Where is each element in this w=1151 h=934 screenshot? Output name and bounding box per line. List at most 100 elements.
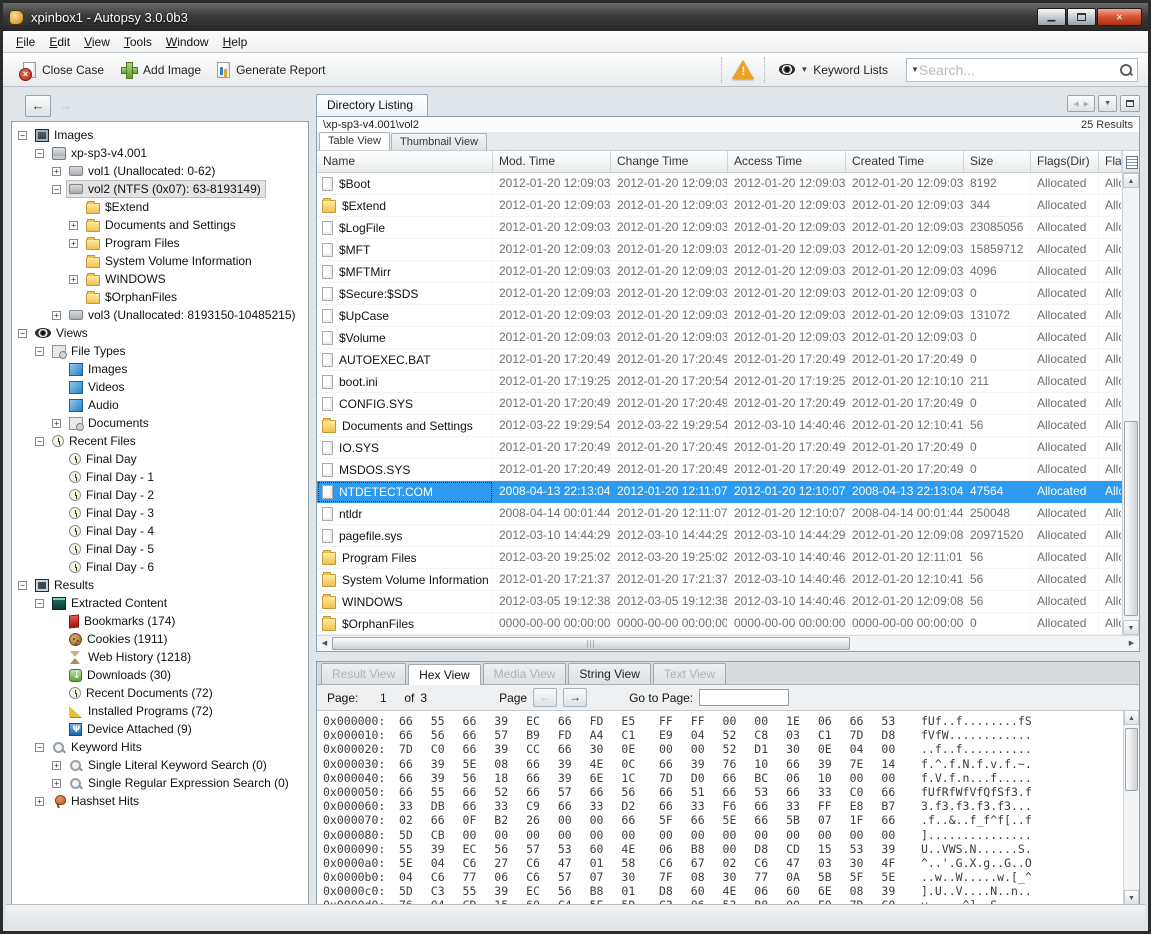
tree-item[interactable]: Final Day - 2 [12,486,308,504]
close-button[interactable]: × [1097,8,1142,26]
table-horizontal-scrollbar[interactable]: ◀ ▶ [317,635,1139,651]
tree-item[interactable]: Images [12,360,308,378]
tree-item[interactable]: Web History (1218) [12,648,308,666]
back-button[interactable]: ← [25,95,51,117]
column-header[interactable]: Change Time [611,151,728,173]
tree-item[interactable]: Cookies (1911) [12,630,308,648]
name-cell[interactable]: IO.SYS [317,437,493,459]
tree-item[interactable]: Final Day - 3 [12,504,308,522]
scroll-tabs-left-icon[interactable]: ◀ [1073,100,1078,108]
maximize-button[interactable] [1067,8,1096,26]
expander-icon[interactable] [69,239,78,248]
scroll-up-icon[interactable]: ▲ [1124,710,1139,725]
name-cell[interactable]: CONFIG.SYS [317,393,493,415]
add-image-button[interactable]: Add Image [114,57,211,82]
table-row[interactable]: AUTOEXEC.BAT 2012-01-20 17:20:49 2012-01… [317,349,1122,371]
hex-dump[interactable]: 0x000000: 66 55 66 39 EC 66 FD E5 FF FF … [317,710,1123,905]
viewer-tab[interactable]: String View [568,663,650,684]
menu-item[interactable]: Edit [42,33,77,51]
name-cell[interactable]: pagefile.sys [317,525,493,547]
column-header[interactable]: Mod. Time [493,151,611,173]
tree-item[interactable]: Extracted Content [12,594,308,612]
tree-item[interactable]: Installed Programs (72) [12,702,308,720]
name-cell[interactable]: boot.ini [317,371,493,393]
name-cell[interactable]: $Secure:$SDS [317,283,493,305]
name-cell[interactable]: System Volume Information [317,569,493,591]
table-row[interactable]: ntldr 2008-04-14 00:01:44 2012-01-20 12:… [317,503,1122,525]
scroll-left-icon[interactable]: ◀ [317,636,332,651]
search-icon[interactable] [1119,63,1133,77]
column-header[interactable]: Flags(Dir) [1031,151,1099,173]
tree-item[interactable]: Downloads (30) [12,666,308,684]
tree-item[interactable]: File Types [12,342,308,360]
name-cell[interactable]: AUTOEXEC.BAT [317,349,493,371]
table-row[interactable]: $LogFile 2012-01-20 12:09:03 2012-01-20 … [317,217,1122,239]
panel-splitter[interactable] [316,652,1140,661]
table-row[interactable]: $Extend 2012-01-20 12:09:03 2012-01-20 1… [317,195,1122,217]
minimize-button[interactable]: ▁ [1037,8,1066,26]
column-settings-icon[interactable] [1123,151,1139,173]
expander-icon[interactable] [35,599,44,608]
tree-item[interactable]: Documents [12,414,308,432]
column-header[interactable]: Access Time [728,151,846,173]
view-tab[interactable]: Table View [319,132,390,150]
page-prev-button[interactable]: ← [533,688,557,707]
keyword-lists-button[interactable]: ▼ Keyword Lists [771,60,896,80]
column-header[interactable]: Created Time [846,151,964,173]
expander-icon[interactable] [18,131,27,140]
scroll-down-icon[interactable]: ▼ [1123,620,1139,635]
name-cell[interactable]: $Volume [317,327,493,349]
name-cell[interactable]: $MFTMirr [317,261,493,283]
scroll-down-icon[interactable]: ▼ [1124,890,1139,905]
expander-icon[interactable] [69,221,78,230]
name-cell[interactable]: NTDETECT.COM [317,481,493,503]
name-cell[interactable]: $LogFile [317,217,493,239]
table-row[interactable]: $Secure:$SDS 2012-01-20 12:09:03 2012-01… [317,283,1122,305]
column-header[interactable]: Flags(Meta) [1099,151,1122,173]
tree-item[interactable]: Results [12,576,308,594]
menu-item[interactable]: File [9,33,42,51]
tab-list-dropdown-button[interactable]: ▼ [1098,95,1117,112]
tree-item[interactable]: vol1 (Unallocated: 0-62) [12,162,308,180]
table-row[interactable]: $MFTMirr 2012-01-20 12:09:03 2012-01-20 … [317,261,1122,283]
scrollbar-thumb[interactable] [1124,421,1138,615]
tree-item[interactable]: $Extend [12,198,308,216]
name-cell[interactable]: $Extend [317,195,493,217]
name-cell[interactable]: $OrphanFiles [317,613,493,635]
tree-item[interactable]: WINDOWS [12,270,308,288]
hex-vertical-scrollbar[interactable]: ▲ ▼ [1123,710,1139,905]
tree-item[interactable]: Recent Documents (72) [12,684,308,702]
table-row[interactable]: $OrphanFiles 0000-00-00 00:00:00 0000-00… [317,613,1122,635]
menu-item[interactable]: Help [216,33,255,51]
name-cell[interactable]: Program Files [317,547,493,569]
expander-icon[interactable] [35,149,44,158]
name-cell[interactable]: WINDOWS [317,591,493,613]
tab-directory-listing[interactable]: Directory Listing [316,94,428,116]
tree-item[interactable]: Final Day - 4 [12,522,308,540]
expander-icon[interactable] [35,347,44,356]
table-row[interactable]: boot.ini 2012-01-20 17:19:25 2012-01-20 … [317,371,1122,393]
tree-item[interactable]: xp-sp3-v4.001 [12,144,308,162]
table-row[interactable]: System Volume Information 2012-01-20 17:… [317,569,1122,591]
tree-item[interactable]: Final Day - 6 [12,558,308,576]
tree-item[interactable]: Documents and Settings [12,216,308,234]
scrollbar-thumb[interactable] [332,637,850,650]
table-row[interactable]: Documents and Settings 2012-03-22 19:29:… [317,415,1122,437]
generate-report-button[interactable]: Generate Report [211,58,335,82]
expander-icon[interactable] [35,437,44,446]
goto-page-input[interactable] [699,689,789,706]
expander-icon[interactable] [52,779,61,788]
menu-item[interactable]: Window [159,33,216,51]
warning-icon[interactable] [732,60,754,79]
table-row[interactable]: CONFIG.SYS 2012-01-20 17:20:49 2012-01-2… [317,393,1122,415]
view-tab[interactable]: Thumbnail View [391,133,487,150]
tree-item[interactable]: System Volume Information [12,252,308,270]
expander-icon[interactable] [52,419,61,428]
table-row[interactable]: $UpCase 2012-01-20 12:09:03 2012-01-20 1… [317,305,1122,327]
tree-item[interactable]: Recent Files [12,432,308,450]
expander-icon[interactable] [35,743,44,752]
table-row[interactable]: MSDOS.SYS 2012-01-20 17:20:49 2012-01-20… [317,459,1122,481]
table-row[interactable]: $Volume 2012-01-20 12:09:03 2012-01-20 1… [317,327,1122,349]
search-options-chevron-icon[interactable]: ▼ [911,65,919,74]
scrollbar-thumb[interactable] [1125,728,1138,791]
